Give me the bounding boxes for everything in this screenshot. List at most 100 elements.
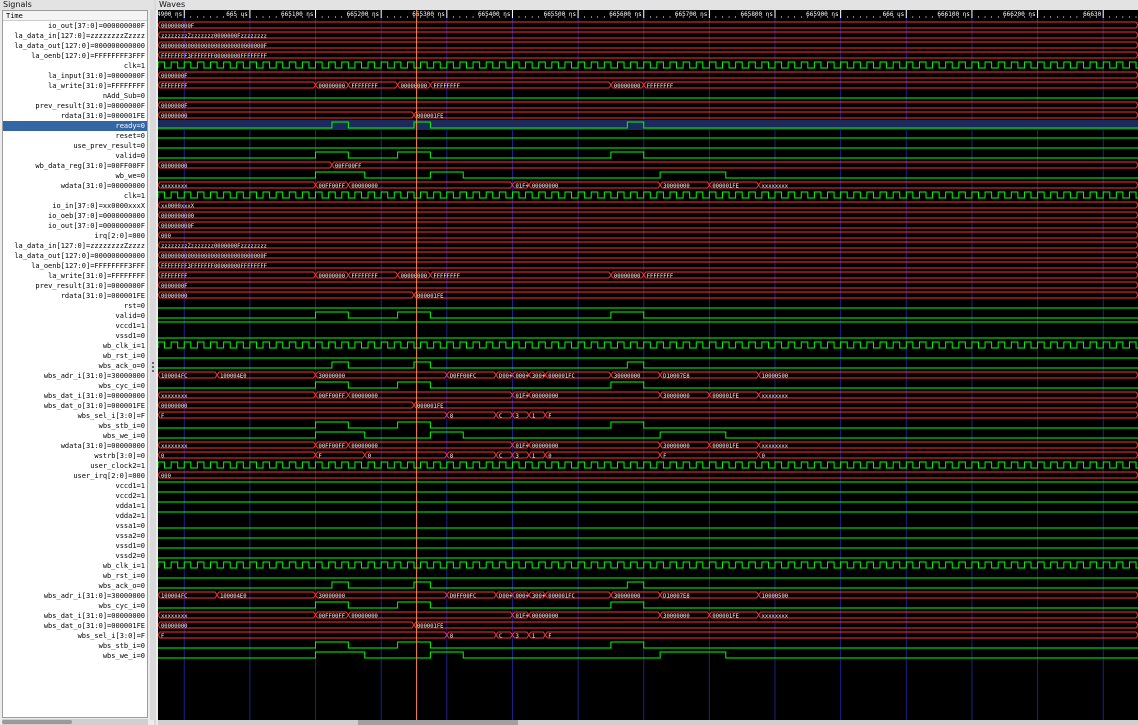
- waves-horizontal-scrollbar[interactable]: [158, 720, 1138, 725]
- signal-row[interactable]: wbs_adr_i[31:0]=30000000: [3, 591, 147, 601]
- signal-row[interactable]: la_data_in[127:0]=zzzzzzzzZzzzz: [3, 31, 147, 41]
- signal-value: 0: [140, 532, 145, 540]
- signals-scrollbar-thumb[interactable]: [2, 720, 72, 724]
- signal-row[interactable]: io_in[37:0]=xx0000xxxX: [3, 201, 147, 211]
- signal-row[interactable]: wbs_dat_i[31:0]=00000000: [3, 611, 147, 621]
- signal-row[interactable]: rst=0: [3, 301, 147, 311]
- bus-value-label: D00+: [499, 374, 513, 380]
- bus-value-label: 01F+: [515, 614, 529, 620]
- signal-row[interactable]: vdda2=1: [3, 511, 147, 521]
- bus-segment: [413, 401, 1138, 409]
- signal-row[interactable]: wstrb[3:0]=0: [3, 451, 147, 461]
- signal-row[interactable]: la_write[31:0]=FFFFFFFF: [3, 271, 147, 281]
- signal-row[interactable]: wbs_sel_i[3:0]=F: [3, 411, 147, 421]
- signal-row[interactable]: wbs_stb_i=0: [3, 421, 147, 431]
- signal-value: 1: [140, 342, 145, 350]
- bit-waveform: [158, 601, 1138, 609]
- signal-row[interactable]: wdata[31:0]=00000000: [3, 181, 147, 191]
- signal-row[interactable]: wbs_sel_i[3:0]=F: [3, 631, 147, 641]
- signal-row[interactable]: vccd2=1: [3, 491, 147, 501]
- signal-value: 1: [140, 62, 145, 70]
- bus-segment: [413, 291, 1138, 299]
- bus-value-label: 30000000: [663, 394, 690, 400]
- signal-row[interactable]: io_out[37:0]=000000000F: [3, 221, 147, 231]
- signal-row[interactable]: user_irq[2:0]=000: [3, 471, 147, 481]
- waves-scrollbar-thumb[interactable]: [358, 720, 518, 725]
- signal-row[interactable]: io_out[37:0]=000000000F: [3, 21, 147, 31]
- signal-row[interactable]: wbs_ack_o=0: [3, 581, 147, 591]
- wave-canvas[interactable]: 664900 ns665 us665100 ns665200 ns665300 …: [158, 10, 1138, 720]
- signal-row[interactable]: use_prev_result=0: [3, 141, 147, 151]
- signals-horizontal-scrollbar[interactable]: [2, 719, 148, 725]
- signal-row[interactable]: valid=0: [3, 311, 147, 321]
- signal-row[interactable]: vssd1=0: [3, 331, 147, 341]
- signal-row[interactable]: wbs_dat_o[31:0]=000001FE: [3, 621, 147, 631]
- signal-list[interactable]: Time io_out[37:0]=000000000F la_data_in[1…: [2, 10, 148, 718]
- signal-value: 0: [140, 452, 145, 460]
- signal-row[interactable]: wbs_adr_i[31:0]=30000000: [3, 371, 147, 381]
- signal-row[interactable]: la_data_out[127:0]=000000000000: [3, 251, 147, 261]
- signal-row[interactable]: clk=1: [3, 191, 147, 201]
- signal-row[interactable]: wbs_we_i=0: [3, 431, 147, 441]
- bus-value-label: xxxxxxxx: [161, 444, 188, 450]
- signal-row[interactable]: prev_result[31:0]=0000000F: [3, 101, 147, 111]
- signal-row[interactable]: wbs_ack_o=0: [3, 361, 147, 371]
- signal-row[interactable]: la_oenb[127:0]=FFFFFFFF3FFF: [3, 51, 147, 61]
- signal-row[interactable]: la_oenb[127:0]=FFFFFFFF3FFF: [3, 261, 147, 271]
- bus-value-label: 000001FE: [417, 114, 444, 120]
- signal-row[interactable]: la_data_out[127:0]=000000000000: [3, 41, 147, 51]
- signal-row[interactable]: wb_clk_i=1: [3, 341, 147, 351]
- signal-row[interactable]: prev_result[31:0]=0000000F: [3, 281, 147, 291]
- signal-row[interactable]: vccd1=1: [3, 481, 147, 491]
- signal-row[interactable]: vssa1=0: [3, 521, 147, 531]
- signal-row[interactable]: rdata[31:0]=000001FE: [3, 111, 147, 121]
- bus-value-label: 0000000F: [161, 104, 188, 110]
- signal-row[interactable]: wbs_stb_i=0: [3, 641, 147, 651]
- signal-value: F: [140, 412, 145, 420]
- signal-row[interactable]: la_write[31:0]=FFFFFFFF: [3, 81, 147, 91]
- signal-row[interactable]: wb_we=0: [3, 171, 147, 181]
- signal-row[interactable]: rdata[31:0]=000001FE: [3, 291, 147, 301]
- signal-row[interactable]: irq[2:0]=000: [3, 231, 147, 241]
- signal-row[interactable]: wb_rst_i=0: [3, 351, 147, 361]
- signal-row[interactable]: wb_data_reg[31:0]=00FF00FF: [3, 161, 147, 171]
- signal-value: 000001FE: [111, 112, 145, 120]
- signal-row[interactable]: wb_clk_i=1: [3, 561, 147, 571]
- bus-segment: [158, 621, 415, 629]
- signal-row[interactable]: clk=1: [3, 61, 147, 71]
- bit-waveform: [158, 651, 1138, 659]
- bus-value-label: 100004FC: [161, 374, 188, 380]
- signal-row[interactable]: wbs_cyc_i=0: [3, 601, 147, 611]
- signal-row[interactable]: vssd2=0: [3, 551, 147, 561]
- signal-row[interactable]: vdda1=1: [3, 501, 147, 511]
- bus-value-label: F: [548, 634, 551, 640]
- waveform-svg[interactable]: 664900 ns665 us665100 ns665200 ns665300 …: [158, 10, 1138, 720]
- signal-row[interactable]: wbs_we_i=0: [3, 651, 147, 661]
- signal-row[interactable]: wb_rst_i=0: [3, 571, 147, 581]
- signal-value: 0: [140, 382, 145, 390]
- splitter-grip-dot: [152, 366, 154, 368]
- bus-segment: [758, 441, 1138, 449]
- signal-value: 0000000F: [111, 282, 145, 290]
- signal-row[interactable]: vssd1=0: [3, 541, 147, 551]
- signal-row[interactable]: io_oeb[37:0]=0000000000: [3, 211, 147, 221]
- signal-row[interactable]: wbs_dat_o[31:0]=000001FE: [3, 401, 147, 411]
- signal-row[interactable]: nAdd_Sub=0: [3, 91, 147, 101]
- signal-row[interactable]: wbs_dat_i[31:0]=00000000: [3, 391, 147, 401]
- bus-value-label: 00000000: [401, 274, 428, 280]
- signal-row[interactable]: wbs_cyc_i=0: [3, 381, 147, 391]
- signal-row[interactable]: ready=0: [3, 121, 147, 131]
- signal-row[interactable]: vccd1=1: [3, 321, 147, 331]
- signal-row[interactable]: valid=0: [3, 151, 147, 161]
- bus-value-label: 100004E0: [220, 594, 247, 600]
- signal-row[interactable]: wdata[31:0]=00000000: [3, 441, 147, 451]
- signal-row[interactable]: la_input[31:0]=0000000F: [3, 71, 147, 81]
- signal-row[interactable]: user_clock2=1: [3, 461, 147, 471]
- signal-row[interactable]: vssa2=0: [3, 531, 147, 541]
- bit-waveform: [158, 581, 1138, 589]
- signal-row[interactable]: la_data_in[127:0]=zzzzzzzzZzzzz: [3, 241, 147, 251]
- bus-segment: [758, 181, 1138, 189]
- signal-row[interactable]: reset=0: [3, 131, 147, 141]
- signal-value: 1: [140, 462, 145, 470]
- signal-value: 1: [140, 322, 145, 330]
